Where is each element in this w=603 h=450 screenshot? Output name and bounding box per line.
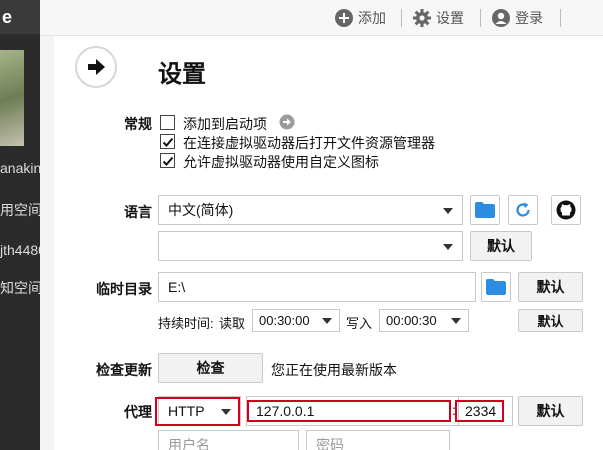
proxy-protocol-value: HTTP [168, 403, 205, 419]
chevron-down-icon [443, 208, 453, 214]
language-default-button[interactable]: 默认 [470, 231, 532, 261]
refresh-icon [516, 202, 530, 217]
check-icon [162, 137, 173, 147]
proxy-default-button[interactable]: 默认 [518, 396, 583, 426]
settings-button[interactable]: 设置 [412, 8, 464, 28]
duration-default-button[interactable]: 默认 [518, 309, 583, 332]
arrow-right-icon [88, 59, 105, 75]
github-button[interactable] [551, 195, 581, 225]
language-refresh-button[interactable] [508, 195, 538, 225]
add-label: 添加 [358, 10, 386, 26]
page-title: 设置 [158, 61, 206, 88]
custom-icon-checkbox[interactable] [160, 153, 175, 168]
write-duration-value: 00:00:30 [386, 313, 437, 328]
background-item-label: 知空间 [0, 280, 42, 296]
background-item-label: 用空间 [0, 202, 42, 218]
proxy-username-placeholder: 用户名 [168, 437, 210, 450]
write-label: 写入 [346, 316, 373, 331]
read-duration-select[interactable]: 00:30:00 [252, 309, 340, 332]
startup-option-label: 添加到启动项 [183, 116, 267, 132]
header-divider [560, 9, 561, 27]
chevron-down-icon [221, 409, 231, 415]
gear-icon [413, 9, 431, 27]
proxy-username-input[interactable]: 用户名 [158, 430, 299, 450]
proxy-section-label: 代理 [124, 404, 152, 420]
top-bar: 添加 设置 登录 [40, 0, 603, 36]
read-duration-value: 00:30:00 [259, 313, 310, 328]
check-update-button[interactable]: 检查 [158, 353, 263, 383]
login-label: 登录 [515, 10, 543, 26]
temp-dir-folder-button[interactable] [481, 272, 511, 302]
add-button[interactable]: 添加 [334, 8, 386, 28]
proxy-password-placeholder: 密码 [316, 437, 344, 450]
header-divider [401, 9, 402, 27]
general-section-label: 常规 [124, 116, 152, 132]
settings-label: 设置 [436, 10, 464, 26]
background-thumbnail [0, 50, 24, 146]
custom-icon-option-label: 允许虚拟驱动器使用自定义图标 [183, 154, 379, 170]
arrow-right-circle-icon[interactable] [279, 114, 295, 130]
plus-circle-icon [335, 9, 353, 27]
back-button[interactable] [75, 46, 117, 88]
secondary-language-select[interactable] [158, 231, 463, 261]
user-icon [492, 9, 510, 27]
app-logo: e [0, 0, 40, 34]
proxy-password-input[interactable]: 密码 [306, 430, 450, 450]
read-label: 读取 [219, 316, 246, 331]
language-select[interactable]: 中文(简体) [158, 195, 463, 225]
proxy-port-value: 2334 [465, 403, 497, 419]
update-status-text: 您正在使用最新版本 [271, 362, 397, 378]
github-icon [556, 200, 576, 220]
check-icon [162, 156, 173, 166]
proxy-port-input[interactable]: 2334 [458, 396, 513, 426]
temp-dir-input[interactable]: E:\ [158, 272, 476, 302]
folder-icon [486, 279, 506, 295]
language-selected-value: 中文(简体) [168, 202, 234, 218]
proxy-host-value: 127.0.0.1 [256, 403, 315, 419]
folder-icon [475, 202, 495, 218]
duration-label: 持续时间: [158, 316, 214, 331]
proxy-protocol-select[interactable]: HTTP [158, 396, 241, 426]
temp-dir-section-label: 临时目录 [96, 281, 152, 297]
chevron-down-icon [443, 244, 453, 250]
language-section-label: 语言 [124, 204, 152, 220]
chevron-down-icon [451, 318, 461, 324]
write-duration-select[interactable]: 00:00:30 [379, 309, 469, 332]
temp-dir-default-button[interactable]: 默认 [518, 272, 583, 302]
header-divider [480, 9, 481, 27]
open-explorer-option-label: 在连接虚拟驱动器后打开文件资源管理器 [183, 135, 435, 151]
background-item-label: anakin [0, 160, 42, 176]
proxy-port-separator: : [452, 402, 456, 418]
open-explorer-checkbox[interactable] [160, 134, 175, 149]
startup-checkbox[interactable] [160, 115, 175, 130]
temp-dir-value: E:\ [168, 279, 186, 295]
update-section-label: 检查更新 [96, 362, 152, 378]
chevron-down-icon [322, 318, 332, 324]
login-button[interactable]: 登录 [491, 8, 543, 28]
language-folder-button[interactable] [470, 195, 500, 225]
